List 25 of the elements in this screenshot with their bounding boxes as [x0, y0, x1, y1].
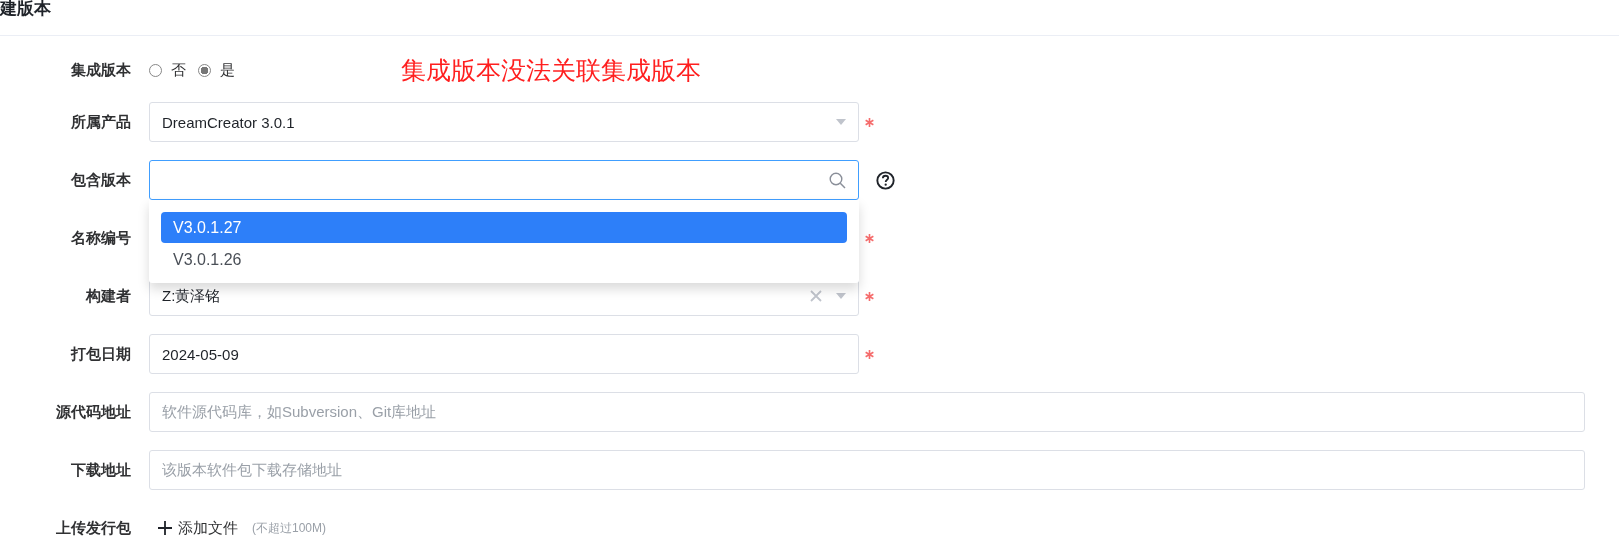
annotation-text: 集成版本没法关联集成版本 [401, 54, 701, 86]
field-label: 源代码地址 [55, 402, 131, 422]
radio-option[interactable]: 是 [198, 60, 235, 80]
size-hint: (不超过100M) [252, 519, 326, 537]
radio-option[interactable]: 否 [149, 60, 186, 80]
caret-icon [836, 293, 846, 299]
field-label: 打包日期 [69, 344, 131, 364]
search-field[interactable] [149, 160, 859, 200]
search-icon[interactable] [829, 171, 846, 189]
dropdown-option[interactable]: V3.0.1.27 [161, 212, 847, 243]
select-field[interactable]: DreamCreator 3.0.1 [149, 102, 859, 142]
help-icon[interactable] [876, 170, 895, 190]
dropdown-option[interactable]: V3.0.1.26 [161, 244, 847, 275]
field-label: 下载地址 [70, 460, 131, 480]
field-label: 名称编号 [70, 228, 131, 248]
clear-icon[interactable] [810, 290, 822, 302]
field-label: 构建者 [84, 286, 131, 306]
caret-icon [836, 119, 846, 125]
field-label: 集成版本 [70, 60, 131, 80]
input-field[interactable]: 2024-05-09 [149, 334, 859, 374]
field-label: 上传发行包 [55, 518, 131, 538]
add-file-button[interactable]: 添加文件 [158, 518, 238, 538]
plus-icon [158, 521, 172, 535]
field-label: 包含版本 [70, 170, 131, 190]
field-label: 所属产品 [70, 112, 131, 132]
